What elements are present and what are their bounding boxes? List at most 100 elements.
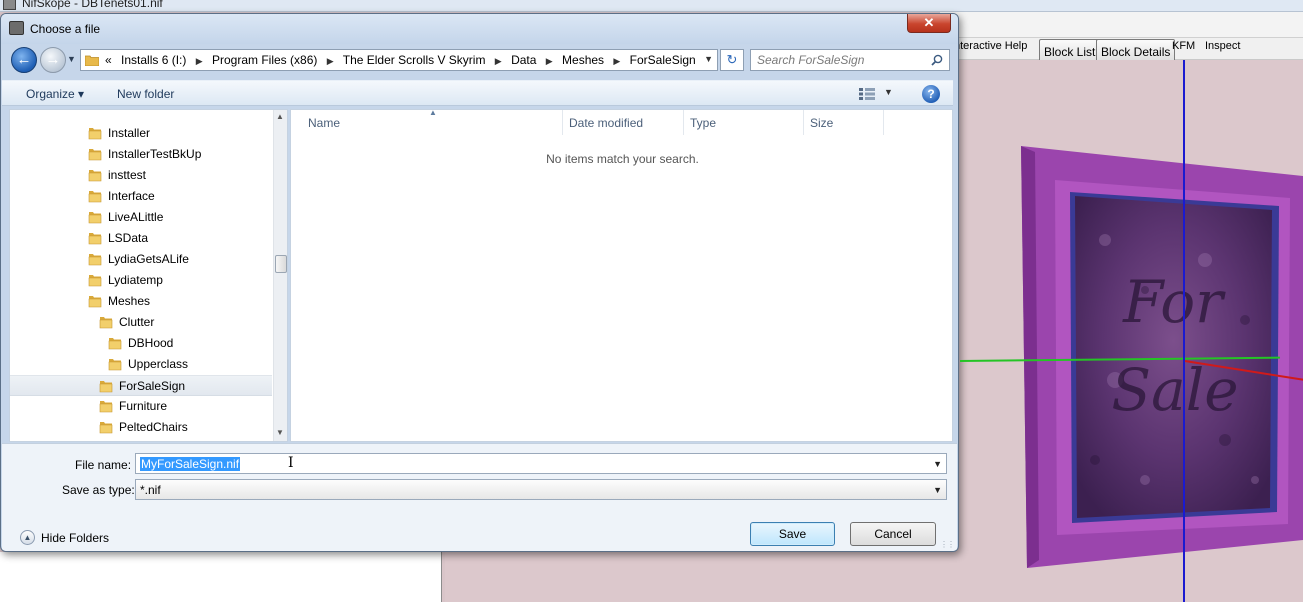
folder-icon bbox=[88, 275, 102, 287]
new-folder-button[interactable]: New folder bbox=[117, 87, 174, 101]
help-icon[interactable]: ? bbox=[922, 85, 940, 103]
breadcrumb-item[interactable]: ForSaleSign bbox=[630, 53, 696, 67]
save-as-type-label: Save as type: bbox=[62, 483, 135, 497]
file-name-field[interactable]: MyForSaleSign.nif I ▼ bbox=[135, 453, 947, 474]
breadcrumb-separator-icon[interactable]: ▶ bbox=[613, 56, 620, 67]
empty-message: No items match your search. bbox=[546, 152, 699, 166]
breadcrumb-item[interactable]: Data bbox=[511, 53, 536, 67]
resize-grip-icon[interactable]: ⋮⋮ bbox=[940, 540, 955, 550]
tree-item-label: LydiaGetsALife bbox=[108, 252, 189, 266]
axis-blue bbox=[1183, 60, 1185, 602]
navigation-pane: Installer InstallerTestBkUp insttest Interf… bbox=[9, 109, 288, 442]
column-header-date-modified[interactable]: Date modified bbox=[563, 110, 684, 135]
choose-file-dialog: Choose a file ✕ ← → ▼ « Installs 6 (I:) … bbox=[0, 13, 959, 552]
scroll-down-icon[interactable]: ▼ bbox=[276, 428, 284, 437]
file-name-dropdown-icon[interactable]: ▼ bbox=[933, 459, 942, 469]
column-header-size[interactable]: Size bbox=[804, 110, 884, 135]
tree-item[interactable]: LiveALittle bbox=[10, 207, 272, 228]
tree-item-label: DBHood bbox=[128, 336, 174, 350]
organize-menu[interactable]: Organize ▾ bbox=[26, 87, 84, 101]
breadcrumb-separator-icon[interactable]: ▶ bbox=[327, 56, 334, 67]
command-bar: Organize ▾ New folder ▼ ? bbox=[2, 80, 953, 106]
address-dropdown-icon[interactable]: ▼ bbox=[704, 54, 713, 64]
tree-item-label: InstallerTestBkUp bbox=[108, 147, 202, 161]
folder-icon bbox=[88, 233, 102, 245]
views-icon[interactable] bbox=[859, 88, 875, 100]
tree-item-label: Upperclass bbox=[128, 357, 189, 371]
close-button[interactable]: ✕ bbox=[907, 14, 951, 33]
forward-button[interactable]: → bbox=[40, 47, 66, 73]
breadcrumb-separator-icon[interactable]: ▶ bbox=[495, 56, 502, 67]
dialog-title: Choose a file bbox=[30, 22, 101, 36]
tree-item[interactable]: PeltedChairs bbox=[10, 417, 272, 438]
tree-item-label: Meshes bbox=[108, 294, 151, 308]
tree-item[interactable]: Furniture bbox=[10, 396, 272, 417]
folder-icon bbox=[88, 149, 102, 161]
bg-title-bar: NifSkope - DBTenets01.nif bbox=[0, 0, 1303, 12]
tree-item-label: LSData bbox=[108, 231, 149, 245]
refresh-button[interactable]: ↻ bbox=[720, 49, 744, 71]
search-input[interactable] bbox=[757, 53, 927, 67]
column-header-type[interactable]: Type bbox=[684, 110, 804, 135]
tree-item[interactable]: Clutter bbox=[10, 312, 272, 333]
tree-item-label: insttest bbox=[108, 168, 147, 182]
search-icon[interactable] bbox=[931, 54, 943, 66]
breadcrumb-item[interactable]: Meshes bbox=[562, 53, 604, 67]
folder-icon bbox=[108, 359, 122, 371]
scroll-up-icon[interactable]: ▲ bbox=[276, 112, 284, 121]
kfm-menu[interactable]: KFM bbox=[1172, 40, 1195, 52]
folder-icon bbox=[88, 170, 102, 182]
forward-arrow-icon: → bbox=[45, 51, 61, 68]
scroll-thumb[interactable] bbox=[275, 255, 287, 273]
folder-icon bbox=[88, 254, 102, 266]
sort-ascending-icon: ▲ bbox=[429, 108, 437, 117]
save-button[interactable]: Save bbox=[750, 522, 835, 546]
dialog-title-bar[interactable]: Choose a file ✕ bbox=[1, 14, 958, 44]
tree-item[interactable]: Meshes bbox=[10, 291, 272, 312]
tree-item-label: LiveALittle bbox=[108, 210, 164, 224]
folder-icon bbox=[99, 381, 113, 393]
tree-item[interactable]: Lydiatemp bbox=[10, 270, 272, 291]
tree-item-label: Clutter bbox=[119, 315, 155, 329]
tree-item[interactable]: ForSaleSign bbox=[10, 375, 272, 396]
views-dropdown-icon[interactable]: ▼ bbox=[884, 87, 893, 97]
tree-item[interactable]: Interface bbox=[10, 186, 272, 207]
save-as-type-dropdown-icon[interactable]: ▼ bbox=[933, 485, 942, 495]
refresh-icon: ↻ bbox=[726, 52, 738, 67]
tree-item[interactable]: Upperclass bbox=[10, 354, 272, 375]
column-header-name[interactable]: Name ▲ bbox=[291, 108, 563, 135]
folder-icon bbox=[88, 128, 102, 140]
file-name-value[interactable]: MyForSaleSign.nif bbox=[140, 457, 241, 471]
cancel-button[interactable]: Cancel bbox=[850, 522, 936, 546]
tree-item-label: Installer bbox=[108, 126, 151, 140]
tree-item-label: Furniture bbox=[119, 399, 168, 413]
breadcrumb-item[interactable]: Program Files (x86) bbox=[212, 53, 317, 67]
folder-icon bbox=[99, 422, 113, 434]
tree-item[interactable]: InstallerTestBkUp bbox=[10, 144, 272, 165]
breadcrumb-overflow[interactable]: « bbox=[105, 53, 112, 67]
breadcrumb: « Installs 6 (I:) ▶ Program Files (x86) … bbox=[105, 53, 696, 67]
tree-item[interactable]: insttest bbox=[10, 165, 272, 186]
tree-item[interactable]: LydiaGetsALife bbox=[10, 249, 272, 270]
recent-pages-dropdown[interactable]: ▼ bbox=[67, 54, 77, 64]
tree-item-label: ForSaleSign bbox=[119, 379, 186, 393]
search-box[interactable] bbox=[750, 49, 950, 71]
tree-item[interactable]: DBHood bbox=[10, 333, 272, 354]
breadcrumb-item[interactable]: Installs 6 (I:) bbox=[121, 53, 186, 67]
file-list[interactable]: Name ▲ Date modified Type Size No items … bbox=[290, 108, 953, 442]
breadcrumb-separator-icon[interactable]: ▶ bbox=[196, 56, 203, 67]
tree-item[interactable]: LSData bbox=[10, 228, 272, 249]
bg-menu-interactive-help[interactable]: nteractive Help bbox=[954, 40, 1027, 52]
breadcrumb-separator-icon[interactable]: ▶ bbox=[546, 56, 553, 67]
tree-item[interactable]: Installer bbox=[10, 123, 272, 144]
breadcrumb-item[interactable]: The Elder Scrolls V Skyrim bbox=[343, 53, 486, 67]
back-button[interactable]: ← bbox=[11, 47, 37, 73]
bg-window-title: NifSkope - DBTenets01.nif bbox=[22, 0, 163, 10]
address-bar[interactable]: « Installs 6 (I:) ▶ Program Files (x86) … bbox=[80, 49, 718, 71]
dialog-app-icon bbox=[9, 21, 24, 35]
folder-icon bbox=[85, 55, 99, 66]
save-as-type-select[interactable]: *.nif ▼ bbox=[135, 479, 947, 500]
column-label: Type bbox=[690, 116, 717, 130]
nav-scrollbar[interactable]: ▲ ▼ bbox=[273, 110, 287, 441]
inspect-menu[interactable]: Inspect bbox=[1205, 40, 1240, 52]
